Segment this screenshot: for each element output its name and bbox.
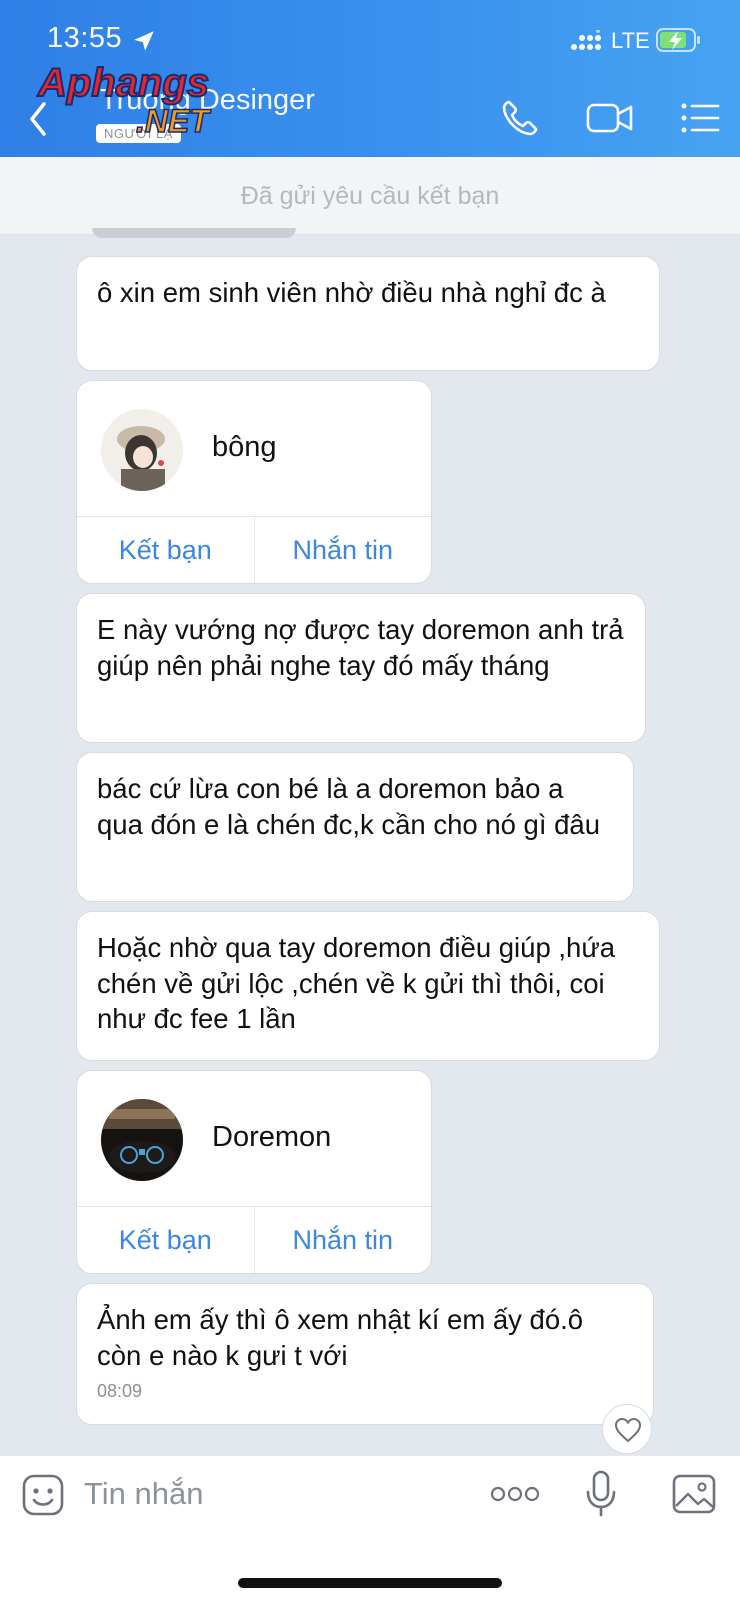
send-message-button[interactable]: Nhắn tin bbox=[253, 517, 432, 583]
message-bubble[interactable]: E này vướng nợ được tay doremon anh trả … bbox=[76, 593, 646, 743]
chat-header: 13:55 LTE Truong Desinger NGƯỜI LẠ Aphan… bbox=[0, 0, 740, 157]
heart-icon bbox=[614, 1417, 642, 1443]
add-friend-button[interactable]: Kết bạn bbox=[77, 517, 254, 583]
avatar[interactable] bbox=[101, 1099, 183, 1181]
phone-icon[interactable] bbox=[500, 98, 540, 138]
message-bubble[interactable]: Ảnh em ấy thì ô xem nhật kí em ấy đó.ô c… bbox=[76, 1283, 654, 1425]
message-text: Ảnh em ấy thì ô xem nhật kí em ấy đó.ô c… bbox=[97, 1304, 584, 1371]
message-input[interactable] bbox=[84, 1468, 464, 1520]
avatar[interactable] bbox=[101, 409, 183, 491]
contact-card-name: Doremon bbox=[212, 1121, 332, 1153]
more-options-icon[interactable] bbox=[490, 1484, 540, 1504]
contact-card-actions: Kết bạn Nhắn tin bbox=[77, 516, 431, 583]
add-friend-button[interactable]: Kết bạn bbox=[77, 1207, 254, 1273]
contact-card-name: bông bbox=[212, 431, 277, 463]
message-text: bác cứ lừa con bé là a doremon bảo a qua… bbox=[97, 773, 601, 840]
contact-card: Doremon Kết bạn Nhắn tin bbox=[76, 1070, 432, 1274]
send-message-button[interactable]: Nhắn tin bbox=[253, 1207, 432, 1273]
previous-message-edge bbox=[92, 228, 296, 238]
watermark-top-text: Aphangs bbox=[37, 61, 209, 105]
message-text: ô xin em sinh viên nhờ điều nhà nghỉ đc … bbox=[97, 277, 606, 308]
signal-icon bbox=[571, 30, 601, 50]
sticker-emoji-icon[interactable] bbox=[22, 1474, 64, 1516]
location-arrow-icon bbox=[134, 31, 154, 51]
home-indicator bbox=[238, 1578, 502, 1588]
message-time: 08:09 bbox=[97, 1381, 143, 1401]
message-bubble[interactable]: Hoặc nhờ qua tay doremon điều giúp ,hứa … bbox=[76, 911, 660, 1061]
microphone-icon[interactable] bbox=[584, 1470, 618, 1518]
contact-card-actions: Kết bạn Nhắn tin bbox=[77, 1206, 431, 1273]
watermark-bottom-text: .NET bbox=[136, 103, 211, 139]
menu-list-icon[interactable] bbox=[680, 100, 720, 136]
contact-card: bông Kết bạn Nhắn tin bbox=[76, 380, 432, 584]
aphangs-watermark-logo: Aphangs .NET bbox=[36, 60, 212, 140]
message-bubble[interactable]: bác cứ lừa con bé là a doremon bảo a qua… bbox=[76, 752, 634, 902]
battery-charging-icon bbox=[656, 28, 700, 52]
react-heart-button[interactable] bbox=[602, 1404, 652, 1454]
message-text: E này vướng nợ được tay doremon anh trả … bbox=[97, 614, 624, 681]
friend-request-banner: Đã gửi yêu cầu kết bạn bbox=[0, 157, 740, 235]
message-bubble[interactable]: ô xin em sinh viên nhờ điều nhà nghỉ đc … bbox=[76, 256, 660, 371]
status-time: 13:55 bbox=[47, 22, 123, 54]
video-call-icon[interactable] bbox=[586, 100, 634, 136]
image-gallery-icon[interactable] bbox=[672, 1474, 716, 1514]
message-text: Hoặc nhờ qua tay doremon điều giúp ,hứa … bbox=[97, 932, 616, 1034]
network-label: LTE bbox=[611, 28, 650, 53]
